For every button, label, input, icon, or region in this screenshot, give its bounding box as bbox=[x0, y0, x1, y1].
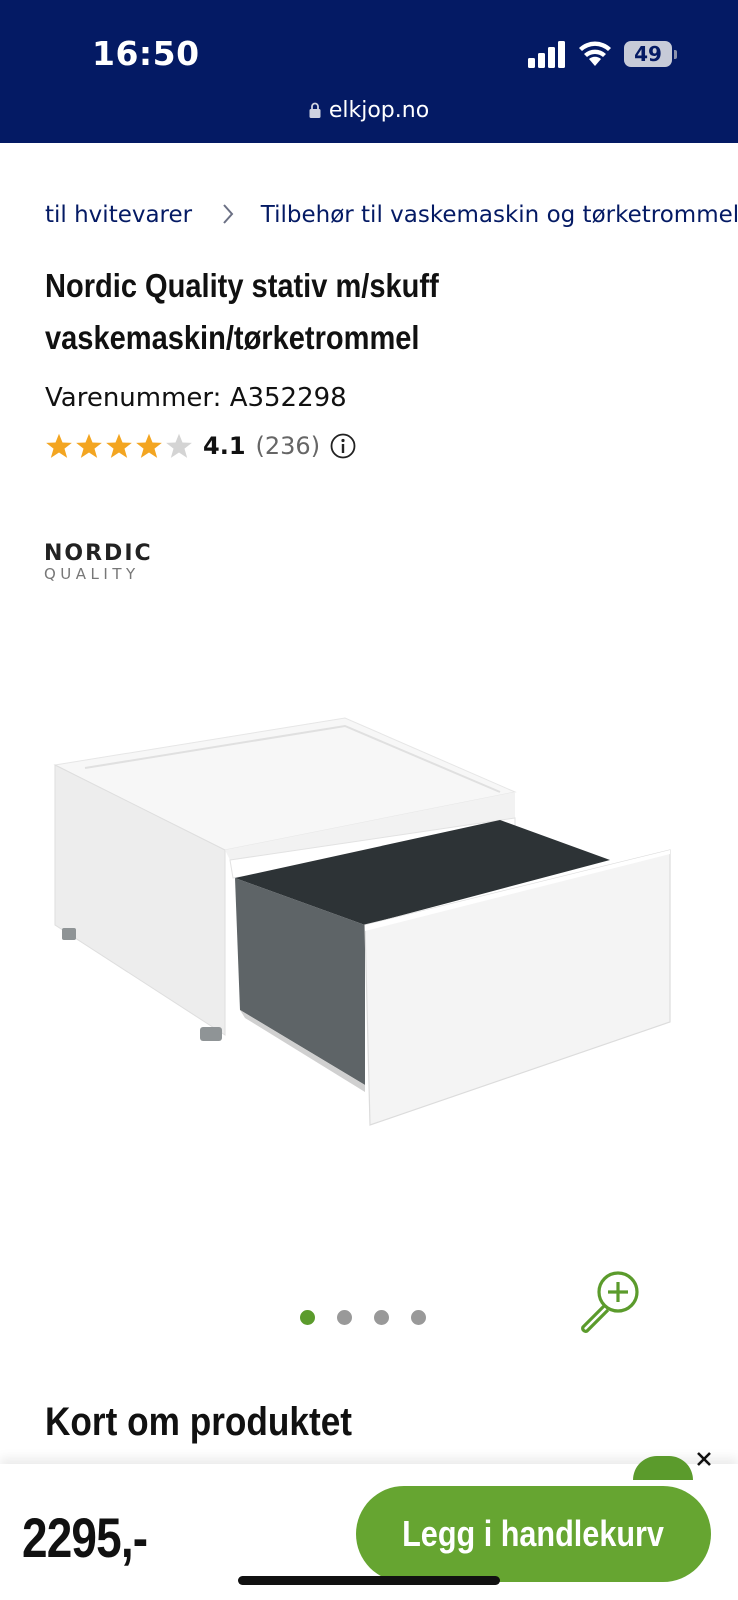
gallery-dot-1[interactable] bbox=[300, 1310, 315, 1325]
gallery-pagination bbox=[300, 1310, 426, 1325]
title-line-2: vaskemaskin/tørketrommel bbox=[45, 319, 420, 356]
zoom-in-icon[interactable] bbox=[575, 1265, 647, 1337]
add-to-cart-button[interactable]: Legg i handlekurv bbox=[356, 1486, 711, 1582]
status-time: 16:50 bbox=[92, 34, 200, 73]
battery-indicator: 49 bbox=[624, 41, 672, 67]
title-line-1: Nordic Quality stativ m/skuff bbox=[45, 267, 439, 304]
cellular-signal-icon bbox=[528, 41, 565, 68]
section-heading-kort-om-produktet: Kort om produktet bbox=[45, 1400, 353, 1444]
breadcrumb-item-tilbehor[interactable]: Tilbehør til vaskemaskin og tørketrommel bbox=[261, 202, 738, 228]
price: 2295,- bbox=[22, 1506, 148, 1569]
gallery-dot-3[interactable] bbox=[374, 1310, 389, 1325]
close-icon[interactable] bbox=[695, 1450, 713, 1468]
sku-label: Varenummer: bbox=[45, 383, 222, 413]
add-to-cart-label: Legg i handlekurv bbox=[402, 1513, 665, 1554]
star-filled-icon bbox=[76, 433, 102, 458]
breadcrumb-item-hvitevarer[interactable]: til hvitevarer bbox=[45, 202, 192, 228]
product-image[interactable] bbox=[40, 700, 700, 1160]
gallery-dot-4[interactable] bbox=[411, 1310, 426, 1325]
rating-count: (236) bbox=[255, 432, 321, 460]
page-title: Nordic Quality stativ m/skuff vaskemaski… bbox=[45, 260, 617, 364]
sku-line: Varenummer: A352298 bbox=[45, 383, 347, 413]
breadcrumb: til hvitevarer Tilbehør til vaskemaskin … bbox=[45, 202, 738, 228]
address-bar[interactable]: elkjop.no bbox=[0, 98, 738, 123]
status-bar: 16:50 49 elkjop.no bbox=[0, 0, 738, 143]
gallery-dot-2[interactable] bbox=[337, 1310, 352, 1325]
brand-logo-word-nordic: NORDIC bbox=[44, 541, 153, 566]
star-empty-icon bbox=[166, 433, 192, 458]
brand-logo-word-quality: QUALITY bbox=[44, 565, 140, 583]
brand-logo[interactable]: NORDIC QUALITY bbox=[44, 541, 153, 584]
rating-score: 4.1 bbox=[203, 432, 246, 460]
chevron-right-icon bbox=[223, 204, 234, 224]
url-text: elkjop.no bbox=[328, 98, 430, 123]
info-icon[interactable] bbox=[330, 433, 356, 459]
rating-summary[interactable]: 4.1 (236) bbox=[45, 428, 356, 464]
lock-icon bbox=[309, 102, 321, 118]
promo-badge[interactable] bbox=[633, 1456, 693, 1480]
star-filled-icon bbox=[46, 433, 72, 458]
rating-stars bbox=[45, 432, 193, 460]
star-filled-icon bbox=[136, 433, 162, 458]
wifi-icon bbox=[579, 41, 611, 66]
sku-value: A352298 bbox=[229, 383, 347, 413]
star-filled-icon bbox=[106, 433, 132, 458]
home-indicator bbox=[238, 1576, 500, 1585]
battery-tip bbox=[674, 50, 677, 59]
